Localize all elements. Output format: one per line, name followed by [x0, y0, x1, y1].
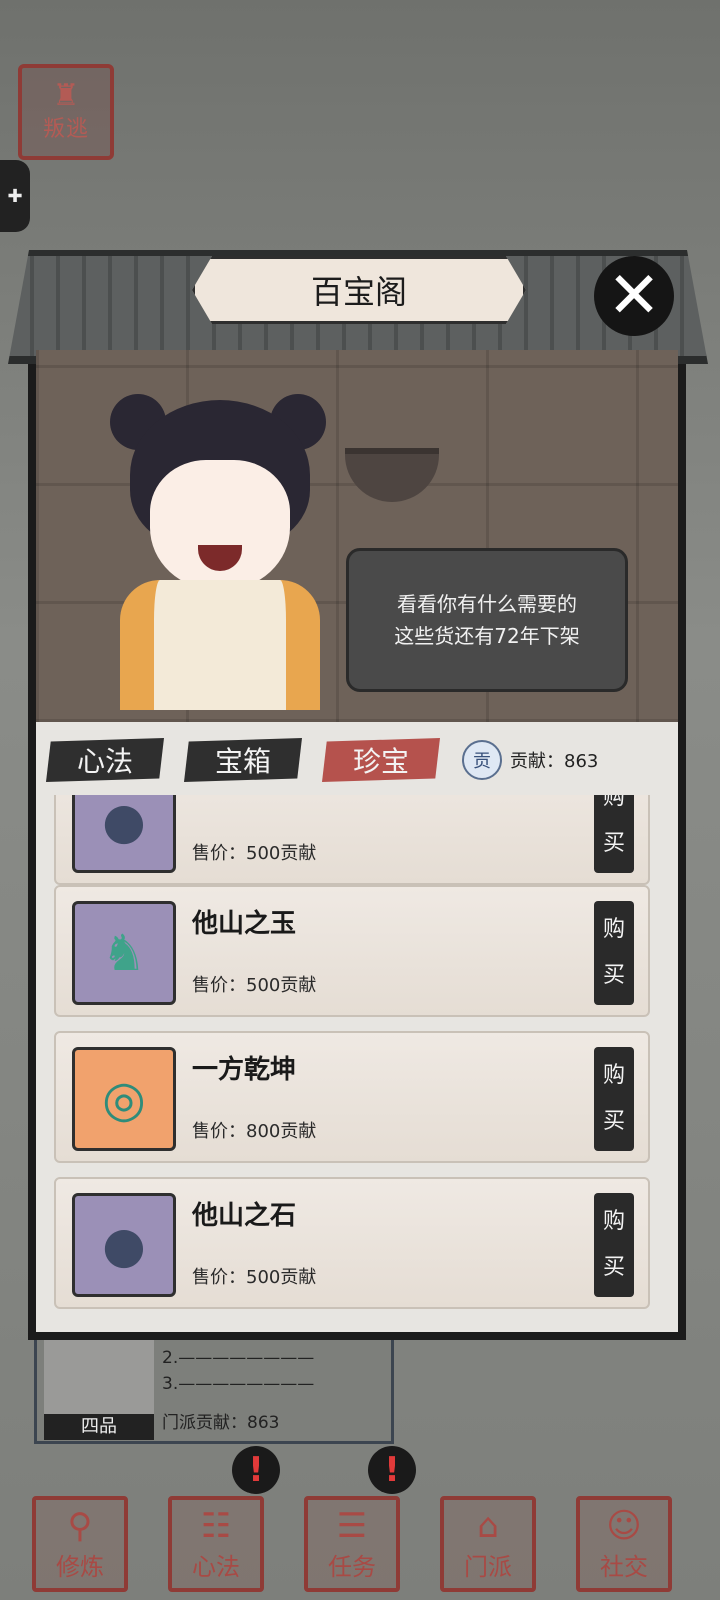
nav-label: 门派 [464, 1553, 512, 1581]
speech-line: 这些货还有72年下架 [394, 624, 580, 648]
stone-icon: ● [102, 1216, 146, 1274]
item-price: 售价：500贡献 [192, 843, 317, 864]
status-row: 2.———————— [162, 1348, 315, 1368]
social-icon: ☺ [606, 1506, 642, 1546]
nav-xinfa[interactable]: ☷ 心法 [168, 1496, 264, 1592]
buy-label: 买 [602, 831, 625, 856]
tab-baoxiang[interactable]: 宝箱 [184, 738, 302, 782]
buy-button[interactable]: 购 买 [594, 1047, 634, 1151]
nav-label: 社交 [600, 1553, 648, 1581]
item-name: 他山之石 [192, 1201, 297, 1231]
stone-icon: ● [102, 795, 146, 850]
nav-social[interactable]: ☺ 社交 [576, 1496, 672, 1592]
item-price: 售价：500贡献 [192, 975, 317, 996]
buy-label: 购 [602, 1063, 625, 1088]
task-icon: ☰ [336, 1506, 368, 1546]
buy-label: 购 [602, 917, 625, 942]
buy-label: 买 [602, 1255, 625, 1280]
item-name: 他山之玉 [192, 909, 297, 939]
side-tab[interactable]: ✚ [0, 160, 30, 232]
jade-beast-icon: ♞ [101, 924, 147, 982]
buy-label: 购 [602, 795, 625, 810]
list-item: ● 他山之石 售价：500贡献 购 买 [54, 1177, 650, 1309]
contribution-badge-icon: 贡 [462, 740, 502, 780]
rebel-button[interactable]: ♜ 叛逃 [18, 64, 114, 160]
buy-label: 买 [602, 1109, 625, 1134]
alert-badge: ! [368, 1446, 416, 1494]
tab-xinfa[interactable]: 心法 [46, 738, 164, 782]
nav-label: 任务 [328, 1553, 376, 1581]
buy-button[interactable]: 购 买 [594, 1193, 634, 1297]
buy-label: 购 [602, 1209, 625, 1234]
item-name: 一方乾坤 [192, 1055, 297, 1085]
item-thumbnail: ● [72, 1193, 176, 1297]
nav-practice[interactable]: ⚲ 修炼 [32, 1496, 128, 1592]
jade-ring-icon: ◎ [102, 1070, 146, 1128]
close-icon: ✕ [607, 259, 661, 333]
monk-icon: ♜ [52, 78, 80, 113]
contribution-value: 贡献：863 [510, 751, 599, 772]
speech-line: 看看你有什么需要的 [397, 592, 577, 616]
sect-contribution: 门派贡献：863 [162, 1413, 280, 1433]
item-thumbnail: ● [72, 795, 176, 873]
item-thumbnail: ♞ [72, 901, 176, 1005]
buy-button[interactable]: 购 买 [594, 795, 634, 873]
list-item: ● 售价：500贡献 购 买 [54, 795, 650, 885]
item-price: 售价：500贡献 [192, 1267, 317, 1288]
close-button[interactable]: ✕ [594, 256, 674, 336]
scroll-icon: ☷ [200, 1506, 232, 1546]
nav-task[interactable]: ☰ 任务 [304, 1496, 400, 1592]
tab-zhenbao[interactable]: 珍宝 [322, 738, 440, 782]
buy-label: 买 [602, 963, 625, 988]
speech-bubble: 看看你有什么需要的 这些货还有72年下架 [346, 548, 628, 692]
alert-badge: ! [232, 1446, 280, 1494]
practice-icon: ⚲ [67, 1506, 93, 1546]
sect-rank: 四品 [44, 1414, 154, 1440]
nav-label: 修炼 [56, 1553, 104, 1581]
contribution-display: 贡 贡献：863 [462, 738, 598, 782]
item-price: 售价：800贡献 [192, 1121, 317, 1142]
status-row: 3.———————— [162, 1374, 315, 1394]
sect-icon: ⌂ [477, 1506, 499, 1546]
puzzle-icon: ✚ [7, 185, 23, 207]
list-item: ♞ 他山之玉 售价：500贡献 购 买 [54, 885, 650, 1017]
shop-title: 百宝阁 [192, 256, 526, 324]
rebel-label: 叛逃 [42, 117, 89, 142]
list-item: ◎ 一方乾坤 售价：800贡献 购 买 [54, 1031, 650, 1163]
nav-label: 心法 [192, 1553, 240, 1581]
item-thumbnail: ◎ [72, 1047, 176, 1151]
shopkeeper-portrait [110, 394, 326, 710]
item-list[interactable]: ● 售价：500贡献 购 买 ♞ 他山之玉 售价：500贡献 购 买 ◎ 一方乾… [52, 795, 658, 1320]
buy-button[interactable]: 购 买 [594, 901, 634, 1005]
nav-sect[interactable]: ⌂ 门派 [440, 1496, 536, 1592]
